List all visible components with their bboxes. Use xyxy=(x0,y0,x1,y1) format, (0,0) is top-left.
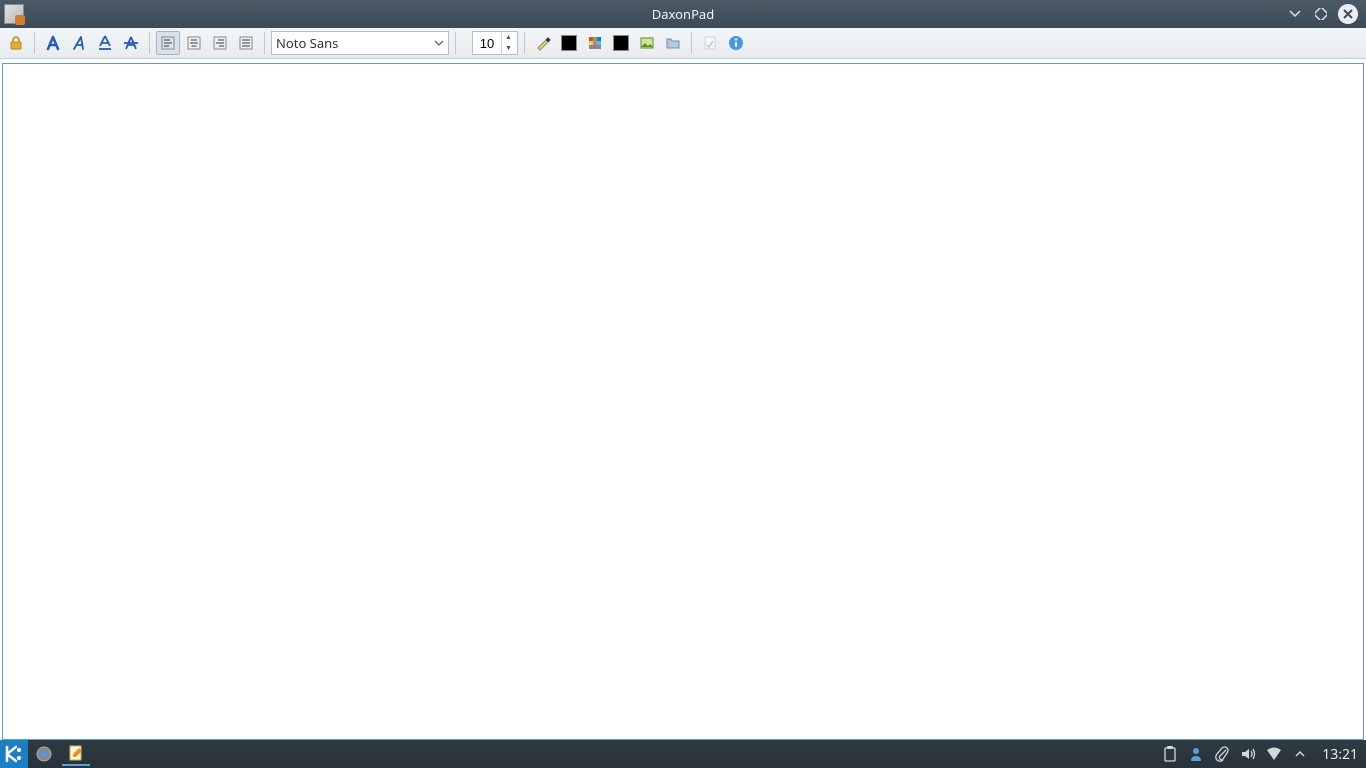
attachment-tray-icon[interactable] xyxy=(1214,746,1230,762)
align-left-icon xyxy=(160,35,176,51)
separator xyxy=(149,32,150,54)
window-titlebar: DaxonPad xyxy=(0,0,1366,28)
notepad-icon xyxy=(67,744,85,762)
strikethrough-button[interactable] xyxy=(119,31,143,55)
text-color-button[interactable] xyxy=(557,31,581,55)
taskbar-clock[interactable]: 13:21 xyxy=(1322,745,1358,764)
window-title: DaxonPad xyxy=(0,5,1366,23)
align-justify-icon xyxy=(238,35,254,51)
align-right-icon xyxy=(212,35,228,51)
align-center-icon xyxy=(186,35,202,51)
strike-a-icon xyxy=(122,34,140,52)
text-color-swatch xyxy=(561,35,577,51)
background-color-button[interactable] xyxy=(609,31,633,55)
color-picker-button[interactable] xyxy=(583,31,607,55)
spinner-buttons: ▲ ▼ xyxy=(501,32,515,54)
network-tray-icon[interactable] xyxy=(1266,746,1282,762)
task-browser[interactable] xyxy=(30,742,58,766)
spin-up-button[interactable]: ▲ xyxy=(502,32,515,43)
toolbar: Noto Sans ▲ ▼ xyxy=(0,28,1366,59)
align-right-button[interactable] xyxy=(208,31,232,55)
lock-icon xyxy=(8,35,24,51)
info-icon xyxy=(728,35,744,51)
bg-color-swatch xyxy=(613,35,629,51)
underline-button[interactable] xyxy=(93,31,117,55)
document-check-icon xyxy=(702,35,718,51)
separator xyxy=(691,32,692,54)
spin-down-button[interactable]: ▼ xyxy=(502,43,515,54)
italic-button[interactable] xyxy=(67,31,91,55)
bold-button[interactable] xyxy=(41,31,65,55)
kde-icon xyxy=(4,744,24,764)
folder-icon xyxy=(665,35,681,51)
info-button[interactable] xyxy=(724,31,748,55)
align-left-button[interactable] xyxy=(156,31,180,55)
open-button[interactable] xyxy=(661,31,685,55)
lock-button[interactable] xyxy=(4,31,28,55)
save-button[interactable] xyxy=(698,31,722,55)
user-tray-icon[interactable] xyxy=(1188,746,1204,762)
separator xyxy=(34,32,35,54)
align-justify-button[interactable] xyxy=(234,31,258,55)
system-tray: 13:21 xyxy=(1154,745,1366,764)
font-family-label: Noto Sans xyxy=(276,34,434,52)
bold-a-icon xyxy=(44,34,62,52)
tray-expand-icon[interactable] xyxy=(1292,746,1308,762)
task-daxonpad[interactable] xyxy=(62,742,90,766)
highlighter-icon xyxy=(535,35,551,51)
highlight-button[interactable] xyxy=(531,31,555,55)
separator xyxy=(264,32,265,54)
system-taskbar: 13:21 xyxy=(0,740,1366,768)
italic-a-icon xyxy=(70,34,88,52)
separator xyxy=(524,32,525,54)
browser-icon xyxy=(35,745,53,763)
font-size-spinner[interactable]: ▲ ▼ xyxy=(472,31,518,55)
volume-tray-icon[interactable] xyxy=(1240,746,1256,762)
font-family-combo[interactable]: Noto Sans xyxy=(271,31,449,55)
text-editor-area[interactable] xyxy=(2,63,1364,740)
font-size-input[interactable] xyxy=(473,36,501,51)
color-wheel-icon xyxy=(587,35,603,51)
insert-image-button[interactable] xyxy=(635,31,659,55)
separator xyxy=(455,32,456,54)
chevron-down-icon xyxy=(434,38,444,48)
align-center-button[interactable] xyxy=(182,31,206,55)
kde-launcher-button[interactable] xyxy=(0,740,28,768)
underline-a-icon xyxy=(96,34,114,52)
image-icon xyxy=(639,35,655,51)
clipboard-tray-icon[interactable] xyxy=(1162,746,1178,762)
